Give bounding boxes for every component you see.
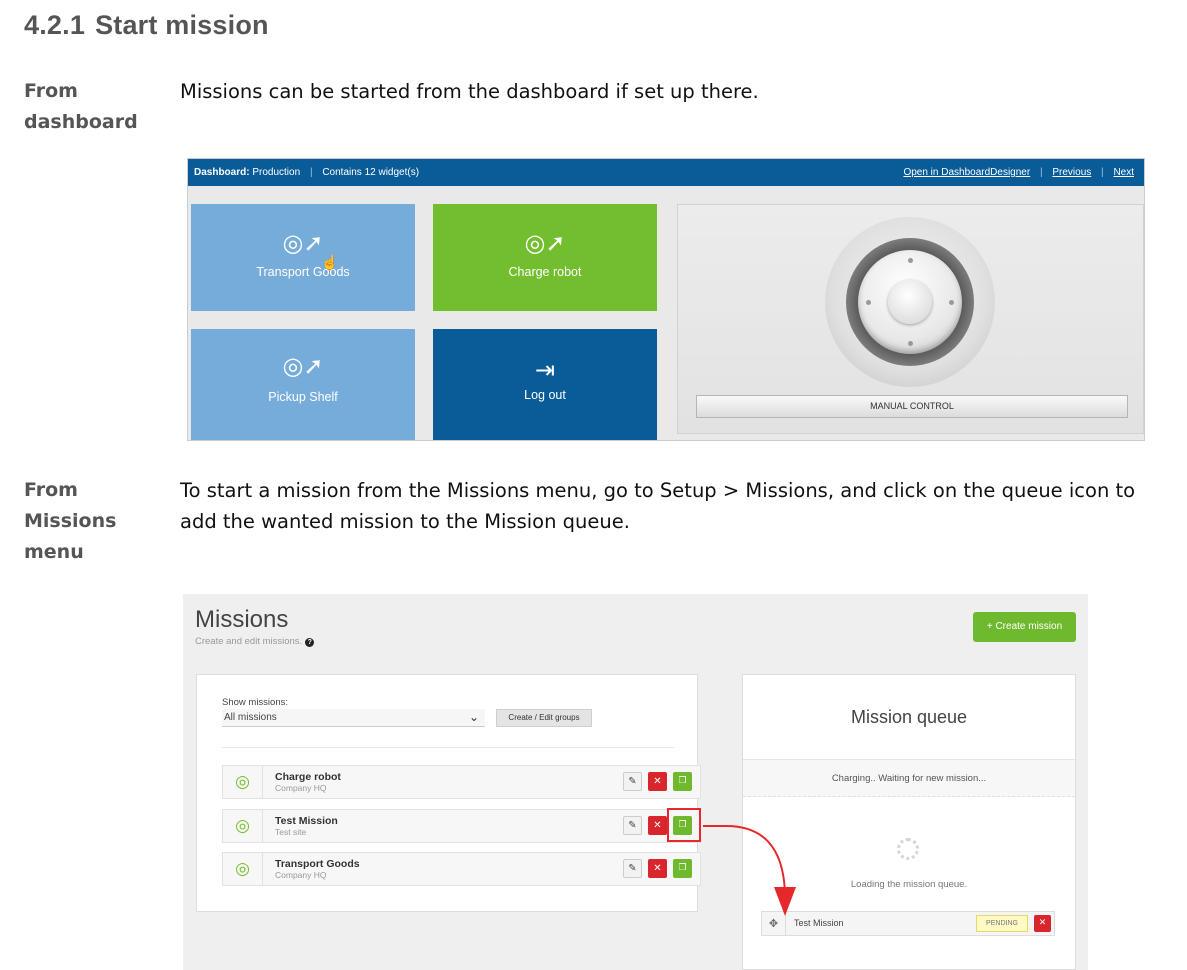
- subtitle-text: Create and edit missions.: [195, 636, 303, 647]
- previous-link[interactable]: Previous: [1052, 167, 1091, 178]
- queue-title: Mission queue: [850, 707, 968, 727]
- mission-target-icon: ◎➚: [282, 230, 324, 257]
- section-heading: 4.2.1 Start mission: [24, 10, 269, 41]
- show-missions-label: Show missions:: [222, 697, 288, 708]
- manual-control-button[interactable]: MANUAL CONTROL: [696, 395, 1128, 418]
- edit-pencil-icon[interactable]: ✎: [623, 859, 642, 878]
- hand-cursor-icon: ☝: [321, 254, 339, 270]
- separator: |: [1101, 167, 1104, 178]
- missions-filter-select[interactable]: All missions ⌄: [222, 709, 485, 727]
- tile-transport-goods[interactable]: ◎➚ Transport Goods ☝: [191, 204, 415, 311]
- page-subtitle: Create and edit missions.?: [195, 636, 315, 647]
- help-icon[interactable]: ?: [305, 638, 315, 647]
- mission-target-icon: ◎: [223, 766, 263, 798]
- mission-target-icon: ◎: [223, 810, 263, 842]
- queue-status: Charging.. Waiting for new mission...: [743, 759, 1075, 797]
- heading-title: Start mission: [95, 10, 269, 40]
- side-label-line: Missions: [24, 510, 117, 532]
- dashboard-header-bar: Dashboard: Production | Contains 12 widg…: [188, 159, 1144, 186]
- edit-groups-button[interactable]: Create / Edit groups: [496, 709, 592, 727]
- mission-row: ◎ Charge robot Company HQ ✎ ✕ ❐: [222, 765, 701, 799]
- mission-site: Test site: [275, 827, 307, 837]
- mission-target-icon: ◎: [223, 853, 263, 885]
- joystick-disc: [858, 250, 962, 354]
- mission-target-icon: ◎➚: [524, 230, 566, 257]
- queue-loading-text: Loading the mission queue.: [850, 879, 968, 890]
- dashboard-name: Production: [252, 167, 301, 178]
- side-label-missions: From Missions menu: [24, 475, 116, 568]
- joystick-ring: [846, 238, 974, 366]
- side-label-line: From: [24, 80, 78, 102]
- dashboard-label: Dashboard:: [194, 167, 250, 178]
- side-label-line: menu: [24, 541, 84, 563]
- body-text-missions: To start a mission from the Missions men…: [180, 475, 1135, 537]
- mission-name: Transport Goods: [275, 858, 360, 870]
- joystick-dot: [949, 300, 954, 305]
- filter-value: All missions: [224, 712, 277, 723]
- open-designer-link[interactable]: Open in DashboardDesigner: [903, 167, 1030, 178]
- queue-item: ✥ Test Mission PENDING ✕: [761, 911, 1055, 936]
- tile-label: Log out: [524, 388, 566, 402]
- tile-charge-robot[interactable]: ◎➚ Charge robot: [433, 204, 657, 311]
- joystick-dot: [908, 258, 913, 263]
- body-text-dashboard: Missions can be started from the dashboa…: [180, 80, 759, 103]
- tile-label: Pickup Shelf: [268, 390, 338, 404]
- side-label-line: dashboard: [24, 111, 138, 133]
- mission-queue-card: Mission queue Charging.. Waiting for new…: [742, 674, 1076, 970]
- delete-x-icon[interactable]: ✕: [648, 772, 667, 791]
- delete-x-icon[interactable]: ✕: [648, 816, 667, 835]
- tile-label: Transport Goods: [256, 265, 350, 279]
- mission-name: Charge robot: [275, 771, 341, 783]
- widget-count: Contains 12 widget(s): [322, 167, 420, 178]
- edit-pencil-icon[interactable]: ✎: [623, 772, 642, 791]
- missions-screenshot: Missions Create and edit missions.? + Cr…: [183, 594, 1088, 970]
- tile-label: Charge robot: [508, 265, 582, 279]
- heading-number: 4.2.1: [24, 10, 86, 40]
- tile-pickup-shelf[interactable]: ◎➚ Pickup Shelf: [191, 329, 415, 440]
- page-title: Missions: [195, 606, 289, 633]
- side-label-line: From: [24, 479, 78, 501]
- separator: |: [1039, 167, 1043, 178]
- delete-x-icon[interactable]: ✕: [648, 859, 667, 878]
- move-handle-icon[interactable]: ✥: [762, 912, 786, 935]
- tile-log-out[interactable]: ⇥ Log out: [433, 329, 657, 440]
- manual-control-panel: MANUAL CONTROL: [677, 204, 1144, 434]
- create-mission-button[interactable]: + Create mission: [973, 612, 1076, 642]
- joystick[interactable]: [825, 217, 995, 387]
- mission-site: Company HQ: [275, 870, 327, 880]
- mission-site: Company HQ: [275, 783, 327, 793]
- next-link[interactable]: Next: [1113, 167, 1134, 178]
- dashboard-screenshot: Dashboard: Production | Contains 12 widg…: [187, 158, 1145, 441]
- joystick-dot: [866, 300, 871, 305]
- highlight-box: [667, 808, 701, 842]
- joystick-dot: [908, 341, 913, 346]
- loading-spinner-icon: [897, 838, 919, 860]
- remove-x-icon[interactable]: ✕: [1034, 915, 1051, 932]
- divider: [222, 747, 674, 748]
- mission-row: ◎ Transport Goods Company HQ ✎ ✕ ❐: [222, 852, 701, 886]
- edit-pencil-icon[interactable]: ✎: [623, 816, 642, 835]
- chevron-down-icon: ⌄: [468, 710, 479, 724]
- mission-row: ◎ Test Mission Test site ✎ ✕ ❐: [222, 809, 701, 843]
- mission-name: Test Mission: [275, 815, 338, 827]
- status-badge: PENDING: [976, 915, 1028, 932]
- body-text-line: add the wanted mission to the Mission qu…: [180, 510, 630, 533]
- side-label-dashboard: From dashboard: [24, 76, 138, 138]
- add-to-queue-icon[interactable]: ❐: [673, 859, 692, 878]
- body-text-line: To start a mission from the Missions men…: [180, 479, 1136, 502]
- separator: |: [309, 167, 313, 178]
- logout-icon: ⇥: [534, 357, 556, 384]
- mission-target-icon: ◎➚: [282, 353, 324, 380]
- add-to-queue-icon[interactable]: ❐: [673, 772, 692, 791]
- joystick-knob[interactable]: [888, 280, 932, 324]
- missions-list-card: Show missions: All missions ⌄ Create / E…: [196, 674, 701, 912]
- queue-item-name: Test Mission: [794, 918, 844, 928]
